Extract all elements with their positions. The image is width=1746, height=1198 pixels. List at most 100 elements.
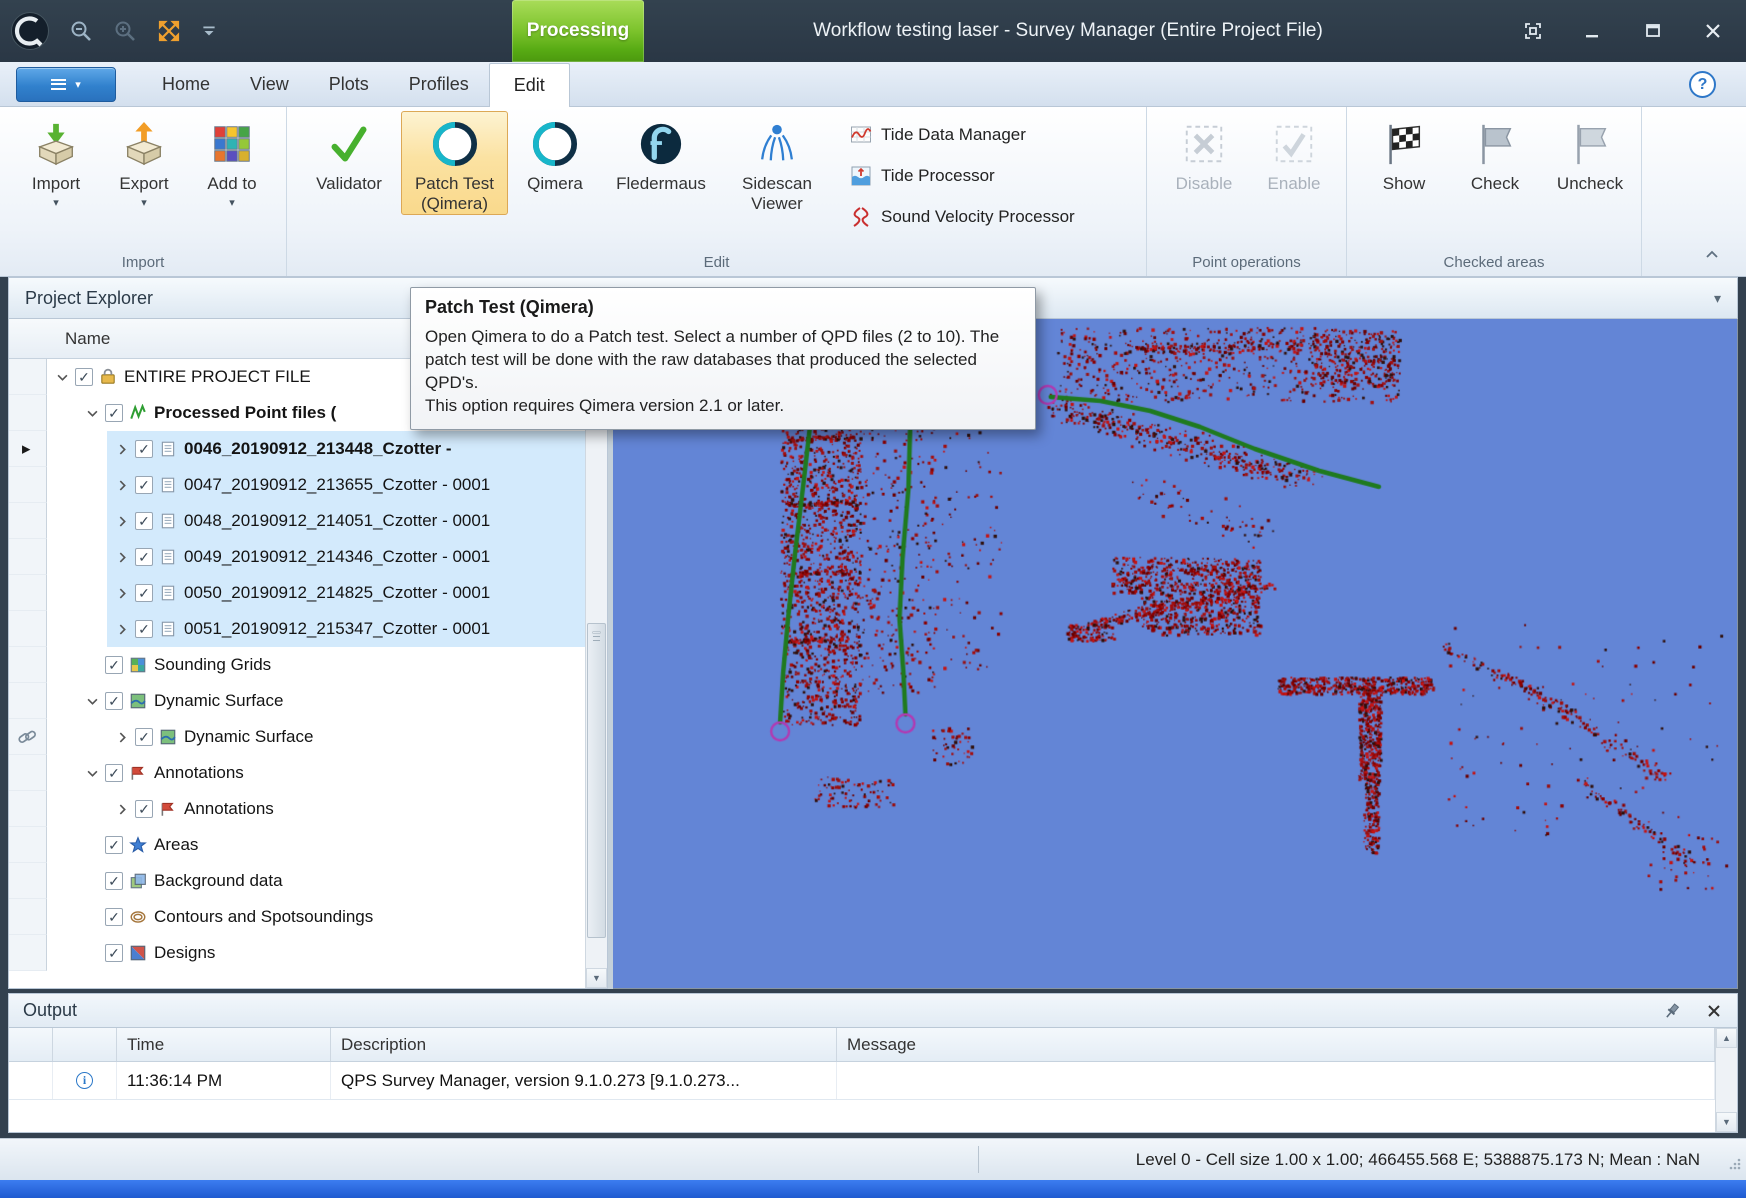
group-label: Checked areas <box>1347 254 1641 271</box>
patch-test-qimera-button[interactable]: Patch Test (Qimera) <box>401 111 508 215</box>
tree-checkbox[interactable]: ✓ <box>105 944 123 962</box>
minimize-icon[interactable] <box>1582 20 1604 42</box>
toolbar-options-icon[interactable] <box>200 22 218 40</box>
enable-button[interactable]: Enable <box>1251 111 1337 195</box>
message-column-header[interactable]: Message <box>837 1028 1715 1061</box>
tide-processor-button[interactable]: Tide Processor <box>850 165 1075 187</box>
tree-checkbox[interactable]: ✓ <box>135 512 153 530</box>
tree-checkbox[interactable]: ✓ <box>105 908 123 926</box>
expand-icon[interactable] <box>111 726 133 748</box>
expand-view-icon[interactable] <box>156 18 182 44</box>
tree-item-row[interactable]: ✓0051_20190912_215347_Czotter - 0001 <box>9 611 585 647</box>
collapse-icon[interactable] <box>81 402 103 424</box>
tree-item-row[interactable]: ✓Dynamic Surface <box>9 683 585 719</box>
tree-item-row[interactable]: ✓Designs <box>9 935 585 971</box>
tree-checkbox[interactable]: ✓ <box>105 836 123 854</box>
expand-icon[interactable] <box>111 582 133 604</box>
close-panel-icon[interactable] <box>1705 1002 1723 1020</box>
tree-item-row[interactable]: ✓0048_20190912_214051_Czotter - 0001 <box>9 503 585 539</box>
tree-checkbox[interactable]: ✓ <box>135 440 153 458</box>
scrollbar-thumb[interactable] <box>587 623 606 938</box>
expand-icon[interactable] <box>111 474 133 496</box>
row-cell: i <box>53 1062 117 1099</box>
button-label: Add to <box>207 174 256 194</box>
export-button[interactable]: Export ▾ <box>102 111 186 210</box>
fledermaus-button[interactable]: Fledermaus <box>602 111 720 195</box>
pin-icon[interactable] <box>1663 1002 1681 1020</box>
sidescan-viewer-button[interactable]: Sidescan Viewer <box>724 111 830 215</box>
workspace-tab-processing[interactable]: Processing <box>512 0 644 62</box>
tree-item-row[interactable]: ✓Sounding Grids <box>9 647 585 683</box>
time-column-header[interactable]: Time <box>117 1028 331 1061</box>
sound-velocity-processor-button[interactable]: Sound Velocity Processor <box>850 206 1075 228</box>
validator-button[interactable]: Validator <box>301 111 397 195</box>
check-button[interactable]: Check <box>1451 111 1539 195</box>
tree-checkbox[interactable]: ✓ <box>105 764 123 782</box>
scroll-up-icon[interactable]: ▲ <box>1716 1028 1737 1048</box>
uncheck-button[interactable]: Uncheck <box>1543 111 1637 195</box>
tree-item-row[interactable]: ✓0050_20190912_214825_Czotter - 0001 <box>9 575 585 611</box>
close-icon[interactable] <box>1702 20 1724 42</box>
collapse-icon[interactable] <box>51 366 73 388</box>
disable-button[interactable]: Disable <box>1161 111 1247 195</box>
expand-icon[interactable] <box>111 546 133 568</box>
ribbon-group-edit: Validator Patch Test (Qimera) Qimera <box>287 107 1147 276</box>
tree-item-row[interactable]: ✓Annotations <box>9 755 585 791</box>
tree-item-row[interactable]: ✓0047_20190912_213655_Czotter - 0001 <box>9 467 585 503</box>
collapse-icon[interactable] <box>81 762 103 784</box>
add-to-button[interactable]: Add to ▾ <box>190 111 274 210</box>
tree-checkbox[interactable]: ✓ <box>135 584 153 602</box>
application-menu-button[interactable]: ▾ <box>16 67 116 102</box>
tooltip-note: This option requires Qimera version 2.1 … <box>425 394 1021 417</box>
tab-view[interactable]: View <box>230 62 309 106</box>
tree-checkbox[interactable]: ✓ <box>135 476 153 494</box>
show-button[interactable]: Show <box>1361 111 1447 195</box>
tree-scrollbar[interactable]: ▲ ▼ <box>585 359 607 988</box>
tree-checkbox[interactable]: ✓ <box>135 800 153 818</box>
tree-checkbox[interactable]: ✓ <box>135 548 153 566</box>
resize-grip[interactable] <box>1728 1157 1742 1176</box>
button-label: Tide Processor <box>881 166 995 186</box>
qimera-button[interactable]: Qimera <box>512 111 598 195</box>
maximize-icon[interactable] <box>1642 20 1664 42</box>
scroll-down-icon[interactable]: ▼ <box>586 968 607 988</box>
tab-home[interactable]: Home <box>142 62 230 106</box>
tree-item-row[interactable]: ✓0049_20190912_214346_Czotter - 0001 <box>9 539 585 575</box>
zoom-in-icon[interactable] <box>112 18 138 44</box>
output-scrollbar[interactable]: ▲ ▼ <box>1715 1028 1737 1132</box>
tree-checkbox[interactable]: ✓ <box>105 872 123 890</box>
tree-checkbox[interactable]: ✓ <box>75 368 93 386</box>
expand-icon[interactable] <box>111 798 133 820</box>
tree-item-row[interactable]: ▶✓0046_20190912_213448_Czotter - <box>9 431 585 467</box>
expand-icon[interactable] <box>111 438 133 460</box>
output-row[interactable]: i 11:36:14 PM QPS Survey Manager, versio… <box>9 1062 1715 1100</box>
tab-plots[interactable]: Plots <box>309 62 389 106</box>
collapse-icon[interactable] <box>81 690 103 712</box>
fullscreen-icon[interactable] <box>1522 20 1544 42</box>
tab-profiles[interactable]: Profiles <box>389 62 489 106</box>
tree-item-row[interactable]: ✓Background data <box>9 863 585 899</box>
tree-checkbox[interactable]: ✓ <box>135 620 153 638</box>
tree-checkbox[interactable]: ✓ <box>135 728 153 746</box>
description-column-header[interactable]: Description <box>331 1028 837 1061</box>
expand-icon[interactable] <box>111 618 133 640</box>
tree-checkbox[interactable]: ✓ <box>105 404 123 422</box>
window-title: Workflow testing laser - Survey Manager … <box>660 0 1476 62</box>
scroll-down-icon[interactable]: ▼ <box>1716 1112 1737 1132</box>
tree-checkbox[interactable]: ✓ <box>105 692 123 710</box>
import-button[interactable]: Import ▾ <box>14 111 98 210</box>
tab-edit[interactable]: Edit <box>489 63 570 107</box>
background-icon <box>129 872 147 890</box>
tree-item-row[interactable]: ✓Annotations <box>9 791 585 827</box>
panel-dropdown-icon[interactable]: ▾ <box>1714 290 1721 307</box>
tide-data-manager-button[interactable]: Tide Data Manager <box>850 124 1075 146</box>
tree-item-row[interactable]: ✓Dynamic Surface <box>9 719 585 755</box>
row-gutter <box>9 899 47 935</box>
tree-item-row[interactable]: ✓Areas <box>9 827 585 863</box>
tree-checkbox[interactable]: ✓ <box>105 656 123 674</box>
expand-icon[interactable] <box>111 510 133 532</box>
help-button[interactable]: ? <box>1689 71 1716 98</box>
tree-item-row[interactable]: ✓Contours and Spotsoundings <box>9 899 585 935</box>
zoom-out-icon[interactable] <box>68 18 94 44</box>
collapse-ribbon-icon[interactable] <box>1704 247 1720 268</box>
